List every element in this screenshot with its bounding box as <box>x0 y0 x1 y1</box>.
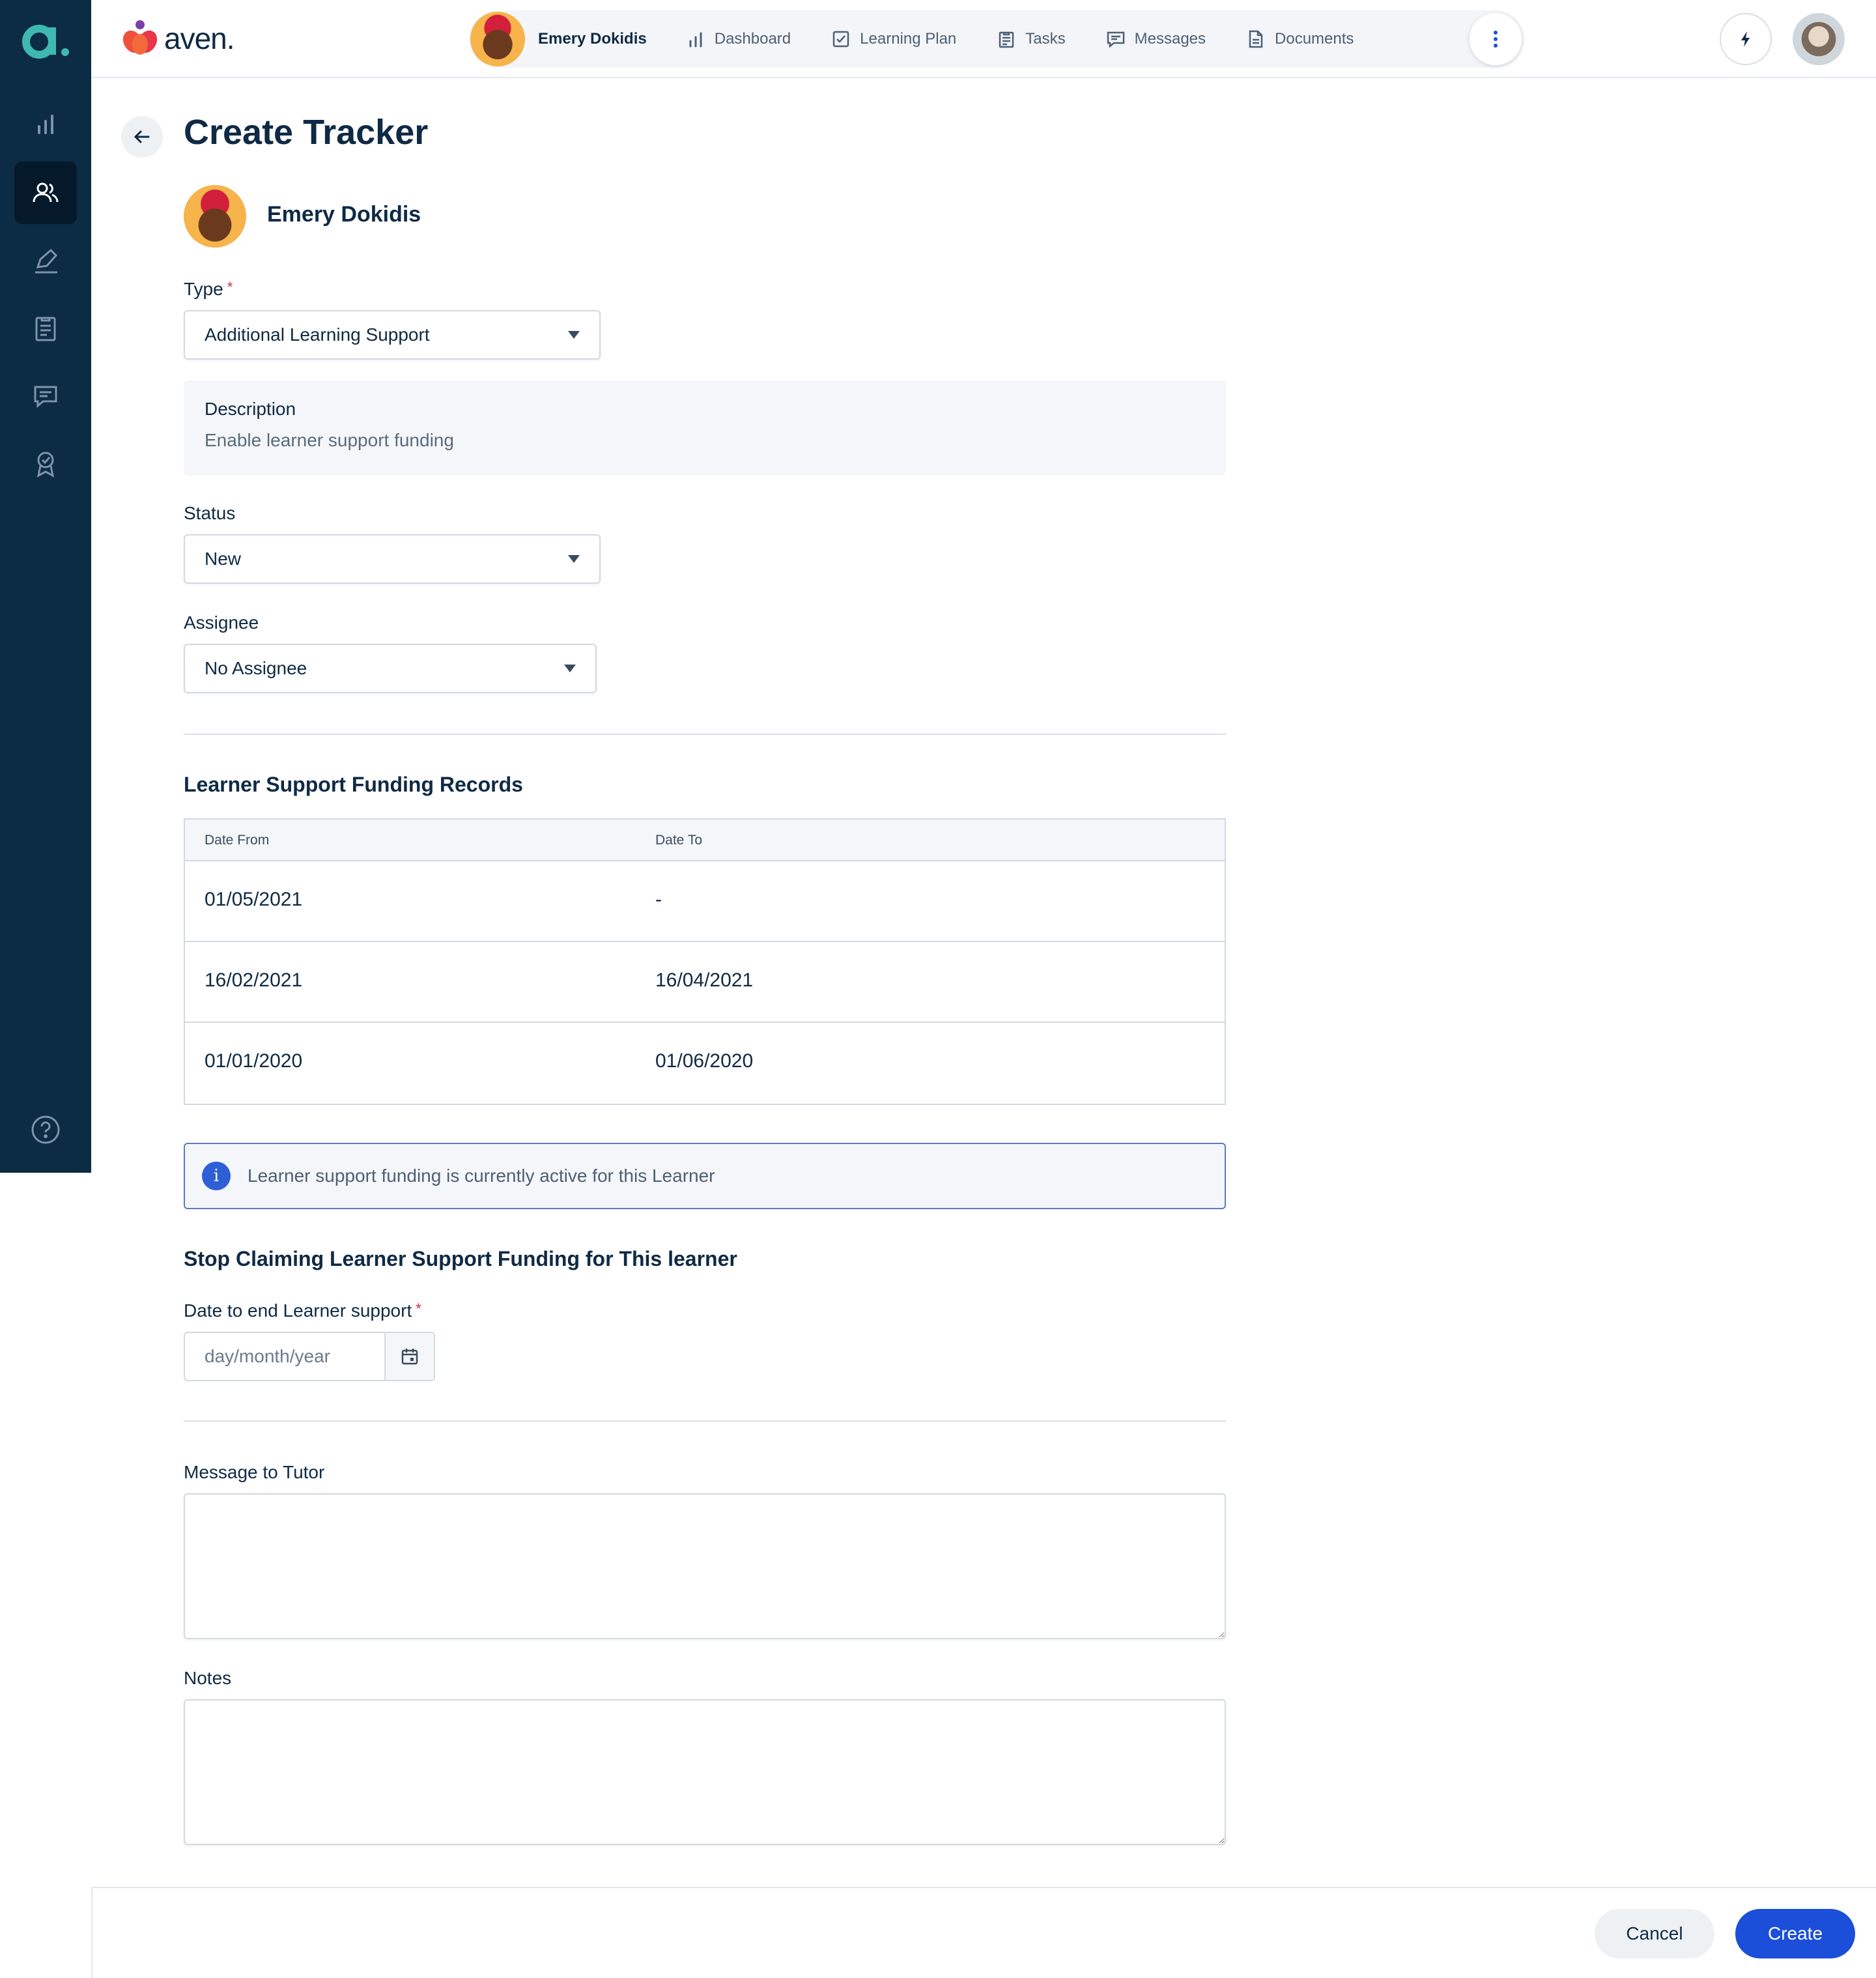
table-header: Date From Date To <box>185 820 1225 861</box>
rail-learners-icon[interactable] <box>14 162 77 224</box>
aven-rail-logo[interactable] <box>20 17 72 63</box>
required-mark: * <box>227 279 233 295</box>
rail-clipboard-icon[interactable] <box>14 297 77 360</box>
rail-help-icon[interactable] <box>14 1098 77 1161</box>
lightning-icon <box>1741 31 1750 47</box>
type-label: Type * <box>184 279 233 300</box>
nav-dashboard-label: Dashboard <box>714 30 791 48</box>
description-text: Enable learner support funding <box>205 430 454 450</box>
nav-dashboard[interactable]: Dashboard <box>686 29 791 49</box>
end-date-label: Date to end Learner support * <box>184 1300 421 1321</box>
kebab-icon <box>1494 31 1498 48</box>
notes-label: Notes <box>184 1668 232 1688</box>
rail-badge-icon[interactable] <box>14 433 77 495</box>
message-icon <box>1107 31 1124 48</box>
aven-flower-icon <box>122 20 158 55</box>
table-row: 01/01/2020 01/06/2020 <box>185 1023 1225 1104</box>
header-date-from: Date From <box>205 833 270 848</box>
end-date-label-text: Date to end Learner support <box>184 1300 412 1321</box>
bar-chart-icon <box>689 32 702 48</box>
info-icon: i <box>202 1162 231 1190</box>
cancel-button[interactable]: Cancel <box>1595 1909 1714 1958</box>
create-button[interactable]: Create <box>1735 1909 1855 1958</box>
records-title: Learner Support Funding Records <box>184 773 523 796</box>
document-icon <box>1249 30 1263 48</box>
top-bar: aven. Emery Dokidis Dashboard Learning P… <box>91 0 1876 78</box>
type-select[interactable]: Additional Learning Support <box>184 310 601 360</box>
side-rail <box>0 0 91 1173</box>
description-box: Description Enable learner support fundi… <box>184 380 1226 476</box>
header-date-to: Date To <box>655 833 702 848</box>
type-select-value: Additional Learning Support <box>205 324 430 345</box>
description-title: Description <box>205 399 296 419</box>
end-date-input[interactable] <box>185 1333 386 1380</box>
info-alert: i Learner support funding is currently a… <box>184 1143 1226 1209</box>
required-mark: * <box>416 1300 421 1317</box>
divider <box>184 1420 1226 1422</box>
message-label: Message to Tutor <box>184 1462 325 1482</box>
nav-messages-label: Messages <box>1134 30 1206 48</box>
learner-nav: Emery Dokidis Dashboard Learning Plan Ta… <box>469 10 1524 68</box>
status-select-value: New <box>205 549 242 569</box>
table-row: 16/02/2021 16/04/2021 <box>185 942 1225 1023</box>
nav-tasks-label: Tasks <box>1025 30 1066 48</box>
brand-name: aven. <box>164 22 235 55</box>
funding-records-table: Date From Date To 01/05/2021 - 16/02/202… <box>184 818 1226 1105</box>
divider <box>184 734 1226 735</box>
cell-date-from: 01/05/2021 <box>205 889 303 910</box>
type-label-text: Type <box>184 279 223 299</box>
clipboard-icon <box>999 31 1014 48</box>
alert-text: Learner support funding is currently act… <box>248 1166 715 1186</box>
arrow-left-icon <box>134 130 150 143</box>
nav-learning-plan-label: Learning Plan <box>860 30 957 48</box>
calendar-icon <box>401 1349 418 1365</box>
assignee-label: Assignee <box>184 612 259 633</box>
quick-actions-button[interactable] <box>1720 13 1772 65</box>
rail-message-icon[interactable] <box>14 365 77 427</box>
learner-avatar[interactable] <box>470 12 525 66</box>
status-select[interactable]: New <box>184 534 601 584</box>
caret-down-icon <box>564 665 576 672</box>
nav-learner-name[interactable]: Emery Dokidis <box>538 30 647 48</box>
learner-profile-avatar <box>184 185 246 248</box>
caret-down-icon <box>568 555 580 563</box>
brand-logo[interactable]: aven. <box>120 18 235 59</box>
cell-date-to: 01/06/2020 <box>655 1050 754 1072</box>
assignee-select-value: No Assignee <box>205 658 307 678</box>
cell-date-to: 16/04/2021 <box>655 969 754 991</box>
back-button[interactable] <box>121 116 163 158</box>
stop-claiming-title: Stop Claiming Learner Support Funding fo… <box>184 1247 737 1270</box>
checkbox-icon <box>832 31 849 48</box>
nav-messages[interactable]: Messages <box>1106 29 1206 49</box>
form-footer: Cancel Create <box>91 1887 1876 1978</box>
end-date-field <box>184 1332 435 1381</box>
nav-documents[interactable]: Documents <box>1246 29 1354 49</box>
rail-pen-icon[interactable] <box>14 229 77 292</box>
nav-tasks[interactable]: Tasks <box>997 29 1066 49</box>
message-to-tutor-textarea[interactable] <box>184 1493 1226 1639</box>
caret-down-icon <box>568 331 580 339</box>
cell-date-from: 16/02/2021 <box>205 969 303 991</box>
calendar-button[interactable] <box>384 1333 434 1380</box>
learner-name: Emery Dokidis <box>267 202 421 227</box>
user-avatar[interactable] <box>1793 13 1845 65</box>
rail-dashboard-icon[interactable] <box>14 94 77 156</box>
nav-learning-plan[interactable]: Learning Plan <box>831 29 956 49</box>
notes-textarea[interactable] <box>184 1699 1226 1845</box>
page-title: Create Tracker <box>184 113 429 152</box>
cell-date-to: - <box>655 889 662 910</box>
status-label: Status <box>184 503 236 523</box>
nav-documents-label: Documents <box>1275 30 1354 48</box>
table-row: 01/05/2021 - <box>185 861 1225 942</box>
assignee-select[interactable]: No Assignee <box>184 644 597 693</box>
cell-date-from: 01/01/2020 <box>205 1050 303 1072</box>
more-menu-button[interactable] <box>1470 13 1522 65</box>
